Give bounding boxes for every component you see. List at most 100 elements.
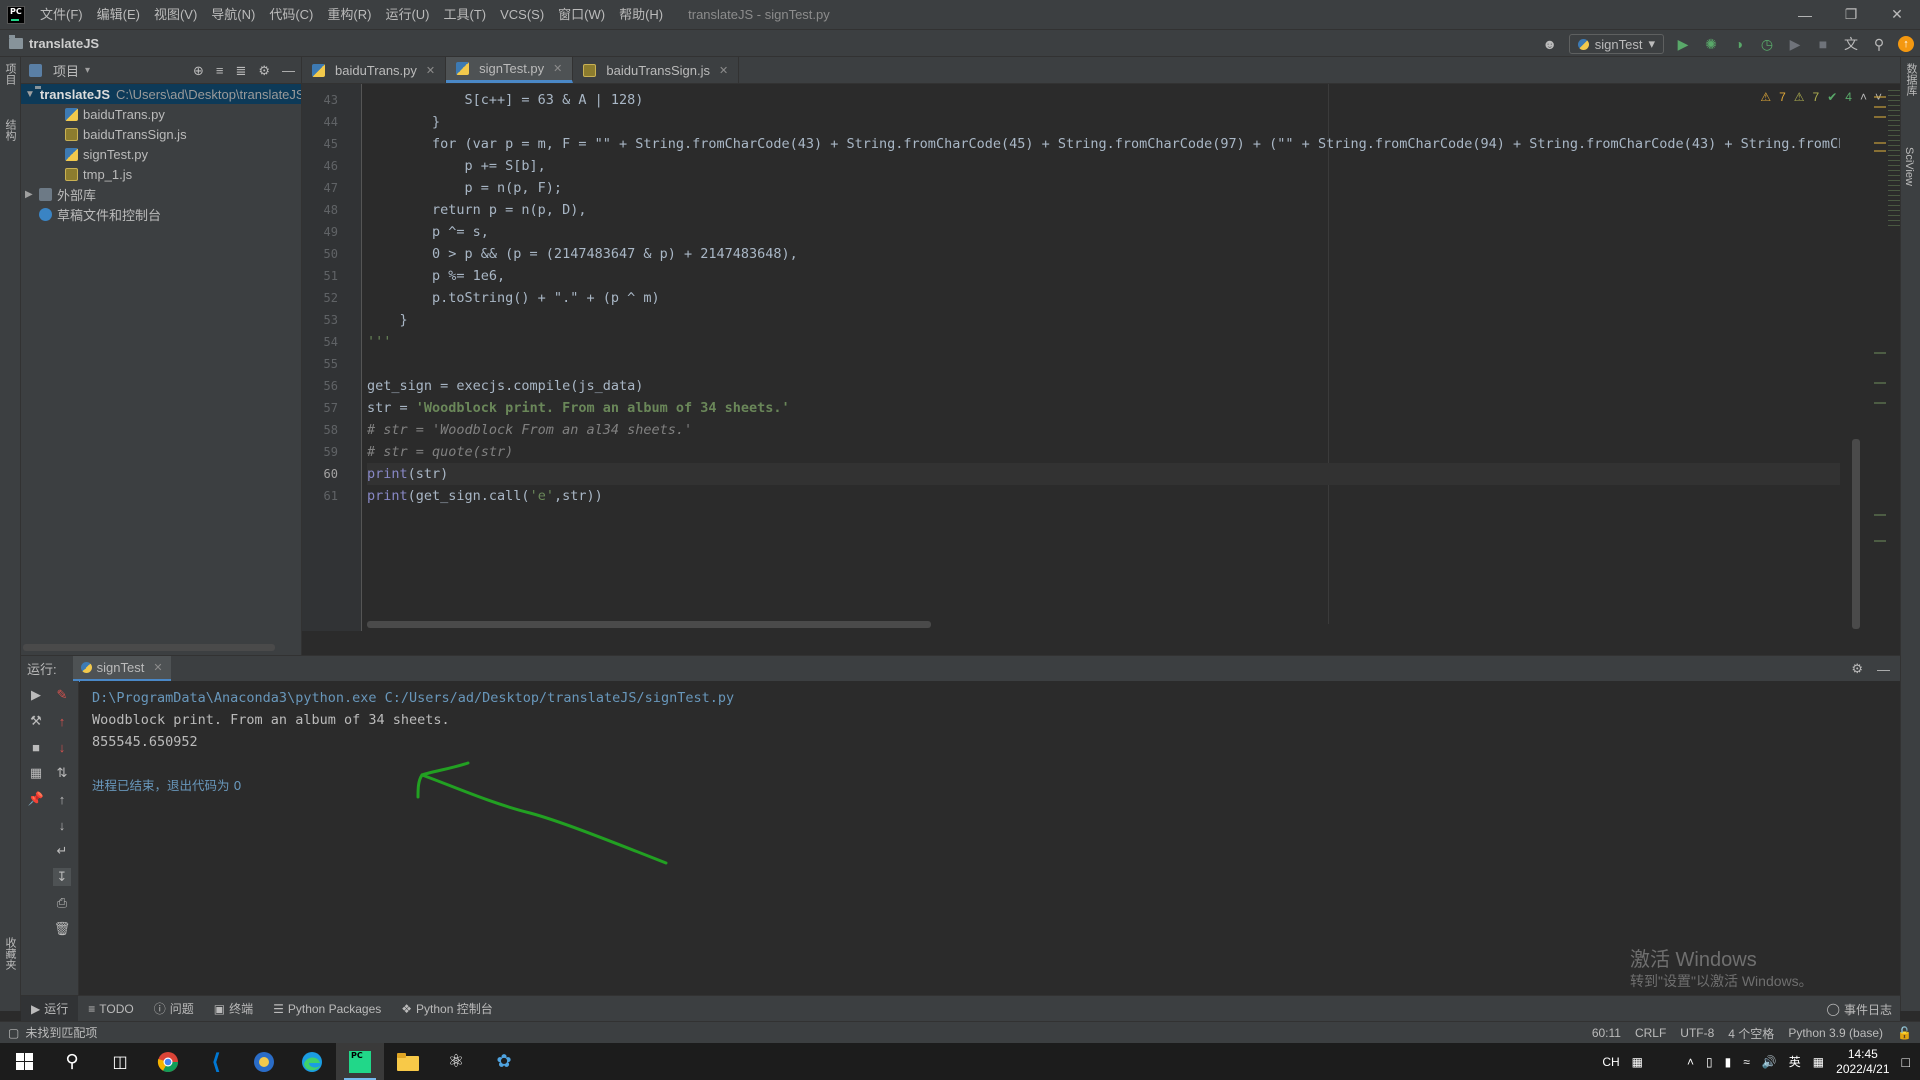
layout-toggle-icon[interactable]: ▢ bbox=[8, 1026, 19, 1040]
project-scrollbar[interactable] bbox=[23, 644, 275, 651]
battery-icon[interactable]: ▮ bbox=[1725, 1055, 1732, 1069]
breadcrumb-project[interactable]: translateJS bbox=[29, 36, 99, 51]
tree-file[interactable]: tmp_1.js bbox=[21, 164, 301, 184]
hide-icon[interactable]: — bbox=[1877, 662, 1890, 677]
zotero-icon[interactable]: ⚛ bbox=[432, 1043, 480, 1080]
chrome-icon[interactable] bbox=[144, 1043, 192, 1080]
user-icon[interactable]: ☻ bbox=[1541, 35, 1559, 53]
search-icon[interactable]: ⚲ bbox=[1870, 35, 1888, 53]
trash-icon[interactable]: 🗑 bbox=[53, 920, 71, 938]
search-icon[interactable]: ⚲ bbox=[48, 1043, 96, 1080]
ime-keyboard-icon[interactable]: ▦ bbox=[1813, 1055, 1824, 1069]
gear-icon[interactable]: ⚙ bbox=[1851, 661, 1863, 677]
close-icon[interactable]: ✕ bbox=[153, 661, 162, 674]
wrench-icon[interactable]: ⚒ bbox=[27, 712, 45, 730]
close-icon[interactable]: ✕ bbox=[426, 64, 435, 77]
stop-icon[interactable]: ■ bbox=[27, 738, 45, 756]
stop-icon[interactable]: ■ bbox=[1814, 35, 1832, 53]
ime-grid-icon[interactable]: ▦ bbox=[1632, 1055, 1643, 1069]
structure-tool-toggle[interactable]: 结构 bbox=[2, 119, 18, 141]
restore-icon[interactable]: ❐ bbox=[1828, 0, 1874, 29]
edit-config-icon[interactable]: ✎ bbox=[53, 686, 71, 704]
code-editor[interactable]: 43 44 45 46 47 48 49 50 51 52 53 54 55 5… bbox=[302, 84, 1900, 631]
run-config-select[interactable]: signTest ▾ bbox=[1568, 34, 1664, 54]
expand-all-icon[interactable]: ≡ bbox=[216, 63, 224, 78]
clock[interactable]: 14:45 2022/4/21 bbox=[1836, 1047, 1889, 1077]
close-icon[interactable]: ✕ bbox=[1874, 0, 1920, 29]
wifi-icon[interactable]: ≈ bbox=[1743, 1055, 1750, 1069]
favorites-tool-toggle[interactable]: 收藏夹 bbox=[2, 937, 18, 970]
tree-external-libraries[interactable]: ▶ 外部库 bbox=[21, 184, 301, 204]
coverage-icon[interactable]: ◑ bbox=[1730, 35, 1748, 53]
pin-icon[interactable]: 📌 bbox=[27, 790, 45, 808]
tab-baiduTransSign-js[interactable]: baiduTransSign.js ✕ bbox=[573, 57, 740, 83]
rerun-icon[interactable]: ▶ bbox=[27, 686, 45, 704]
indent-setting[interactable]: 4 个空格 bbox=[1728, 1025, 1774, 1042]
pycharm-taskbar-icon[interactable]: PC bbox=[336, 1043, 384, 1080]
task-view-icon[interactable]: ◫ bbox=[96, 1043, 144, 1080]
tree-file[interactable]: baiduTransSign.js bbox=[21, 124, 301, 144]
menu-file[interactable]: 文件(F) bbox=[33, 0, 90, 29]
translate-icon[interactable]: 文 bbox=[1842, 35, 1860, 53]
tool-python-packages[interactable]: ☰ Python Packages bbox=[263, 996, 391, 1022]
menu-run[interactable]: 运行(U) bbox=[378, 0, 436, 29]
menu-help[interactable]: 帮助(H) bbox=[612, 0, 670, 29]
locate-icon[interactable]: ⊕ bbox=[193, 63, 204, 79]
menu-refactor[interactable]: 重构(R) bbox=[320, 0, 378, 29]
vscode-icon[interactable]: ⟨ bbox=[192, 1043, 240, 1080]
print-icon[interactable]: ⎙ bbox=[53, 894, 71, 912]
tree-scratches[interactable]: 草稿文件和控制台 bbox=[21, 204, 301, 224]
layout-icon[interactable]: ▦ bbox=[27, 764, 45, 782]
prev-occurrence-icon[interactable]: ↑ bbox=[53, 790, 71, 808]
project-tool-toggle[interactable]: 项目 bbox=[2, 63, 18, 85]
hide-icon[interactable]: — bbox=[282, 63, 295, 78]
tab-baiduTrans-py[interactable]: baiduTrans.py ✕ bbox=[302, 57, 447, 83]
lock-icon[interactable]: 🔓 bbox=[1897, 1026, 1912, 1040]
menu-tools[interactable]: 工具(T) bbox=[436, 0, 493, 29]
app-bird-icon[interactable]: ✿ bbox=[480, 1043, 528, 1080]
tool-python-console[interactable]: ❖ Python 控制台 bbox=[391, 996, 502, 1022]
tool-run[interactable]: ▶ 运行 bbox=[21, 995, 79, 1022]
ime-language[interactable]: CH bbox=[1602, 1055, 1619, 1069]
event-log-button[interactable]: ◯ 事件日志 bbox=[1827, 996, 1892, 1022]
code-minimap[interactable] bbox=[1888, 88, 1900, 228]
file-explorer-icon[interactable] bbox=[384, 1043, 432, 1080]
python-interpreter[interactable]: Python 3.9 (base) bbox=[1788, 1026, 1883, 1040]
menu-edit[interactable]: 编辑(E) bbox=[90, 0, 147, 29]
chevron-down-icon[interactable]: ▾ bbox=[85, 65, 90, 76]
vertical-scrollbar[interactable] bbox=[1852, 439, 1860, 629]
debug-icon[interactable]: ✺ bbox=[1702, 35, 1720, 53]
tool-problems[interactable]: ⓘ 问题 bbox=[144, 996, 204, 1022]
close-icon[interactable]: ✕ bbox=[719, 64, 728, 77]
menu-navigate[interactable]: 导航(N) bbox=[204, 0, 262, 29]
start-button[interactable] bbox=[0, 1043, 48, 1080]
run-tab-signTest[interactable]: signTest ✕ bbox=[72, 655, 171, 682]
app-circle-icon[interactable] bbox=[240, 1043, 288, 1080]
profile-icon[interactable]: ◷ bbox=[1758, 35, 1776, 53]
chevron-up-icon[interactable]: ˄ bbox=[1687, 1055, 1694, 1069]
horizontal-scrollbar[interactable] bbox=[367, 621, 931, 628]
soft-wrap-icon[interactable]: ↵ bbox=[53, 842, 71, 860]
next-occurrence-icon[interactable]: ↓ bbox=[53, 816, 71, 834]
menu-view[interactable]: 视图(V) bbox=[147, 0, 204, 29]
tool-todo[interactable]: ≡ TODO bbox=[78, 996, 143, 1022]
menu-window[interactable]: 窗口(W) bbox=[551, 0, 612, 29]
edge-icon[interactable] bbox=[288, 1043, 336, 1080]
down-arrow-icon[interactable]: ↓ bbox=[53, 738, 71, 756]
run-console[interactable]: D:\ProgramData\Anaconda3\python.exe C:/U… bbox=[80, 681, 1900, 995]
tree-file[interactable]: baiduTrans.py bbox=[21, 104, 301, 124]
minimize-icon[interactable]: — bbox=[1782, 0, 1828, 29]
update-icon[interactable]: ↑ bbox=[1898, 36, 1914, 52]
menu-vcs[interactable]: VCS(S) bbox=[493, 0, 551, 29]
tree-root[interactable]: ▼ translateJS C:\Users\ad\Desktop\transl… bbox=[21, 84, 301, 104]
volume-icon[interactable]: 🔊 bbox=[1762, 1055, 1777, 1069]
editor-gutter[interactable]: 43 44 45 46 47 48 49 50 51 52 53 54 55 5… bbox=[302, 84, 362, 631]
scroll-to-end-icon[interactable]: ↧ bbox=[53, 868, 71, 886]
line-separator[interactable]: CRLF bbox=[1635, 1026, 1666, 1040]
file-encoding[interactable]: UTF-8 bbox=[1680, 1026, 1714, 1040]
caret-position[interactable]: 60:11 bbox=[1592, 1026, 1621, 1040]
sort-icon[interactable]: ⇅ bbox=[53, 764, 71, 782]
database-tool-toggle[interactable]: 数据库 bbox=[1903, 63, 1919, 96]
tab-signTest-py[interactable]: signTest.py ✕ bbox=[446, 57, 574, 83]
ime-mode[interactable]: 英 bbox=[1789, 1053, 1801, 1070]
